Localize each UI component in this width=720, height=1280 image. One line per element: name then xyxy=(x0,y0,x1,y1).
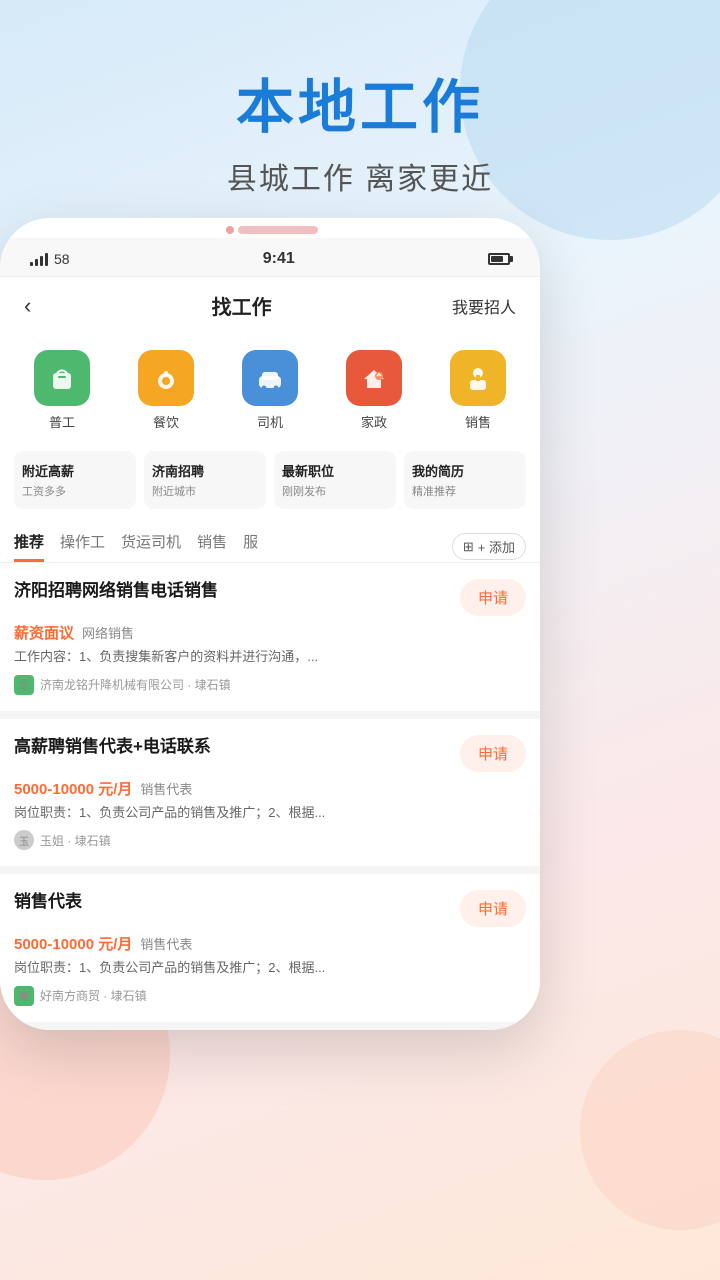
job-list: 济阳招聘网络销售电话销售 申请 薪资面议网络销售 工作内容：1、负责搜集新客户的… xyxy=(0,563,540,1030)
job-card-header-1: 济阳招聘网络销售电话销售 申请 xyxy=(14,579,526,616)
category-icon-catering xyxy=(138,350,194,406)
job-salary-tag-3: 销售代表 xyxy=(140,937,192,952)
app-title: 本地工作 xyxy=(0,60,720,144)
notch-line xyxy=(238,226,318,234)
category-icon-housekeeping xyxy=(346,350,402,406)
company-logo-1: 龙 xyxy=(14,675,34,695)
quick-link-jinan-recruit[interactable]: 济南招聘 附近城市 xyxy=(144,451,266,509)
job-salary-tag-2: 销售代表 xyxy=(140,782,192,797)
job-title-2: 高薪聘销售代表+电话联系 xyxy=(14,735,450,759)
category-label-catering: 餐饮 xyxy=(153,412,179,431)
tab-add-icon: ⊞ xyxy=(463,539,474,555)
job-salary-1: 薪资面议网络销售 xyxy=(14,622,526,643)
category-icon-sales xyxy=(450,350,506,406)
back-button[interactable]: ‹ xyxy=(24,293,31,319)
quick-links: 附近高薪 工资多多 济南招聘 附近城市 最新职位 刚刚发布 我的简历 精准推荐 xyxy=(0,441,540,519)
category-item-sales[interactable]: 销售 xyxy=(450,350,506,431)
status-time: 9:41 xyxy=(263,250,295,268)
job-company-1: 龙 济南龙铭升降机械有限公司 · 埭石镇 xyxy=(14,675,526,695)
company-logo-2: 玉 xyxy=(14,830,34,850)
category-icon-general-worker xyxy=(34,350,90,406)
tab-freight-driver[interactable]: 货运司机 xyxy=(121,531,181,562)
signal-bar-1 xyxy=(30,262,33,266)
quick-link-sub-0: 工资多多 xyxy=(22,483,128,499)
quick-link-my-resume[interactable]: 我的简历 精准推荐 xyxy=(404,451,526,509)
nav-title: 找工作 xyxy=(212,291,272,320)
quick-link-title-0: 附近高薪 xyxy=(22,461,128,480)
job-desc-1: 工作内容：1、负责搜集新客户的资料并进行沟通，... xyxy=(14,647,526,667)
quick-link-title-3: 我的简历 xyxy=(412,461,518,480)
category-item-general-worker[interactable]: 普工 xyxy=(34,350,90,431)
category-row: 普工 餐饮 xyxy=(0,334,540,441)
company-name-3: 好南方商贸 · 埭石镇 xyxy=(40,987,147,1004)
company-name-2: 玉姐 · 埭石镇 xyxy=(40,832,111,849)
nav-bar: ‹ 找工作 我要招人 xyxy=(0,277,540,334)
quick-link-title-2: 最新职位 xyxy=(282,461,388,480)
job-card-header-2: 高薪聘销售代表+电话联系 申请 xyxy=(14,735,526,772)
signal-bar-4 xyxy=(45,253,48,266)
signal-bars-icon xyxy=(30,252,48,266)
category-label-general-worker: 普工 xyxy=(49,412,75,431)
quick-link-sub-2: 刚刚发布 xyxy=(282,483,388,499)
status-bar: 58 9:41 xyxy=(0,238,540,277)
tab-add-label: + 添加 xyxy=(478,537,515,556)
app-subtitle: 县城工作 离家更近 xyxy=(0,154,720,198)
tab-add-button[interactable]: ⊞ + 添加 xyxy=(452,533,526,560)
job-card-header-3: 销售代表 申请 xyxy=(14,890,526,927)
company-logo-3: 南 xyxy=(14,986,34,1006)
app-header: 本地工作 县城工作 离家更近 xyxy=(0,60,720,198)
job-card-2: 高薪聘销售代表+电话联系 申请 5000-10000 元/月销售代表 岗位职责：… xyxy=(0,719,540,875)
job-card-3: 销售代表 申请 5000-10000 元/月销售代表 岗位职责：1、负责公司产品… xyxy=(0,874,540,1030)
signal-bar-3 xyxy=(40,256,43,266)
category-icon-driver xyxy=(242,350,298,406)
job-title-1: 济阳招聘网络销售电话销售 xyxy=(14,579,450,603)
signal-bar-2 xyxy=(35,259,38,266)
bg-decoration-bottom-right xyxy=(580,1030,720,1230)
job-company-3: 南 好南方商贸 · 埭石镇 xyxy=(14,986,526,1006)
job-card-1: 济阳招聘网络销售电话销售 申请 薪资面议网络销售 工作内容：1、负责搜集新客户的… xyxy=(0,563,540,719)
job-company-2: 玉 玉姐 · 埭石镇 xyxy=(14,830,526,850)
battery-indicator xyxy=(488,253,510,265)
category-label-housekeeping: 家政 xyxy=(361,412,387,431)
tab-service[interactable]: 服 xyxy=(243,531,258,562)
category-label-sales: 销售 xyxy=(465,412,491,431)
quick-link-latest-jobs[interactable]: 最新职位 刚刚发布 xyxy=(274,451,396,509)
tab-sales[interactable]: 销售 xyxy=(197,531,227,562)
job-desc-2: 岗位职责：1、负责公司产品的销售及推广；2、根据... xyxy=(14,803,526,823)
quick-link-sub-1: 附近城市 xyxy=(152,483,258,499)
battery-icon xyxy=(488,253,510,265)
signal-number: 58 xyxy=(54,251,70,267)
tabs-row: 推荐 操作工 货运司机 销售 服 ⊞ + 添加 xyxy=(0,519,540,563)
apply-button-3[interactable]: 申请 xyxy=(460,890,526,927)
company-name-1: 济南龙铭升降机械有限公司 · 埭石镇 xyxy=(40,676,231,693)
job-title-3: 销售代表 xyxy=(14,890,450,914)
job-salary-3: 5000-10000 元/月销售代表 xyxy=(14,933,526,954)
quick-link-title-1: 济南招聘 xyxy=(152,461,258,480)
phone-mockup: 58 9:41 ‹ 找工作 我要招人 xyxy=(0,218,540,1030)
apply-button-1[interactable]: 申请 xyxy=(460,579,526,616)
category-item-housekeeping[interactable]: 家政 xyxy=(346,350,402,431)
tab-operator[interactable]: 操作工 xyxy=(60,531,105,562)
job-salary-tag-1: 网络销售 xyxy=(82,626,134,641)
nav-right-button[interactable]: 我要招人 xyxy=(452,294,516,318)
category-label-driver: 司机 xyxy=(257,412,283,431)
signal-area: 58 xyxy=(30,251,70,267)
category-item-catering[interactable]: 餐饮 xyxy=(138,350,194,431)
job-desc-3: 岗位职责：1、负责公司产品的销售及推广；2、根据... xyxy=(14,958,526,978)
notch-dot xyxy=(226,226,234,234)
phone-notch xyxy=(0,218,540,238)
quick-link-nearby-highpay[interactable]: 附近高薪 工资多多 xyxy=(14,451,136,509)
quick-link-sub-3: 精准推荐 xyxy=(412,483,518,499)
job-salary-2: 5000-10000 元/月销售代表 xyxy=(14,778,526,799)
category-item-driver[interactable]: 司机 xyxy=(242,350,298,431)
tab-recommend[interactable]: 推荐 xyxy=(14,531,44,562)
apply-button-2[interactable]: 申请 xyxy=(460,735,526,772)
battery-fill xyxy=(491,256,503,262)
